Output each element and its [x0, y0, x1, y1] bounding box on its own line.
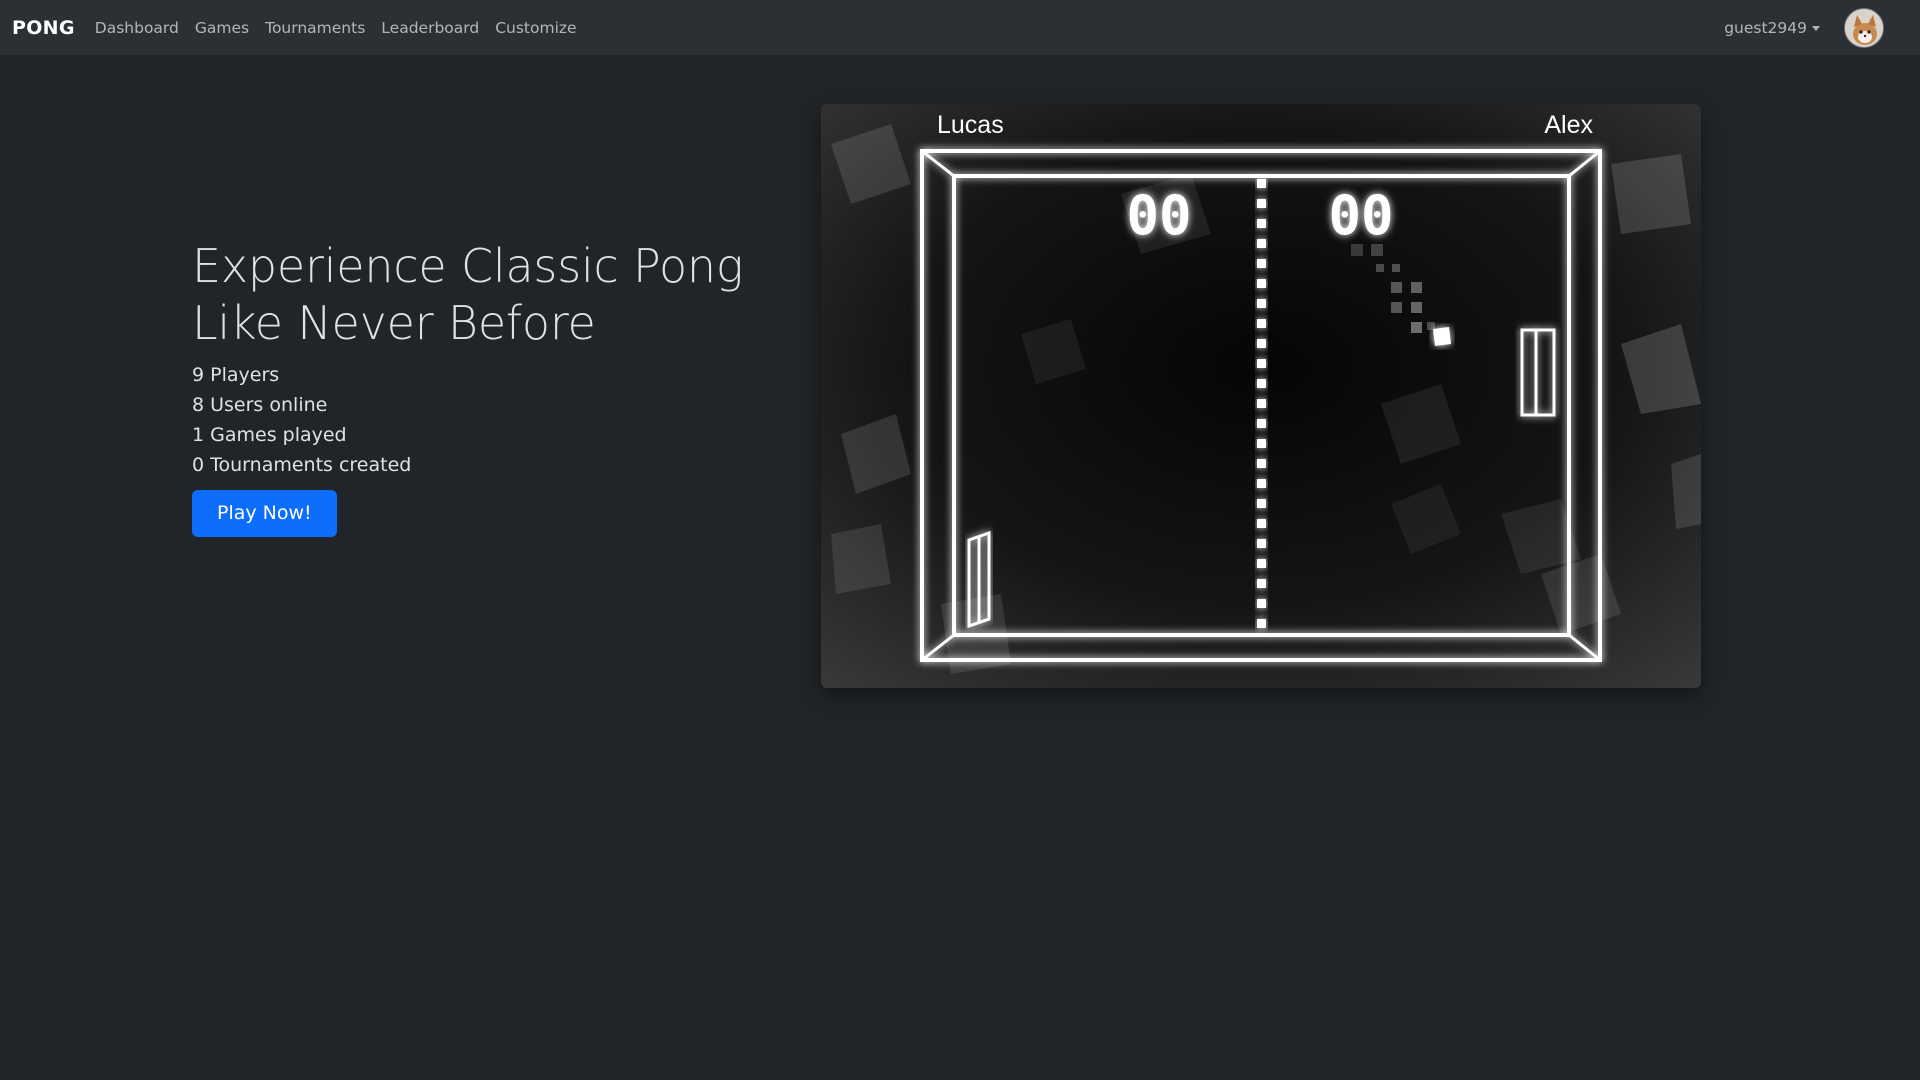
score-right: 00: [1328, 184, 1393, 247]
game-preview-canvas: Lucas Alex 00 00: [821, 104, 1701, 688]
chevron-down-icon: [1812, 26, 1820, 31]
ball: [1433, 327, 1451, 346]
stat-tournaments-created: 0 Tournaments created: [192, 454, 412, 476]
avatar[interactable]: [1844, 7, 1884, 48]
brand-logo[interactable]: PONG: [12, 17, 75, 39]
user-dropdown[interactable]: guest2949: [1724, 19, 1820, 37]
hero-title: Experience Classic Pong Like Never Befor…: [192, 239, 744, 350]
center-net: [1257, 179, 1266, 628]
nav-link-tournaments[interactable]: Tournaments: [257, 19, 373, 37]
stat-games-played: 1 Games played: [192, 424, 347, 446]
nav-link-customize[interactable]: Customize: [487, 19, 584, 37]
play-now-button[interactable]: Play Now!: [192, 490, 337, 537]
nav-link-dashboard[interactable]: Dashboard: [87, 19, 187, 37]
stat-users-online: 8 Users online: [192, 394, 328, 416]
nav-link-leaderboard[interactable]: Leaderboard: [373, 19, 487, 37]
nav-right: guest2949: [1724, 7, 1884, 48]
player-right-name: Alex: [1544, 111, 1593, 139]
score-left: 00: [1126, 184, 1191, 247]
player-left-name: Lucas: [937, 111, 1004, 139]
top-navbar: PONG Dashboard Games Tournaments Leaderb…: [0, 0, 1920, 55]
avatar-image: [1845, 8, 1883, 47]
nav-links: Dashboard Games Tournaments Leaderboard …: [87, 19, 585, 37]
hero-section: Experience Classic Pong Like Never Befor…: [192, 238, 752, 537]
username-label: guest2949: [1724, 18, 1807, 37]
game-preview: Lucas Alex 00 00: [821, 104, 1701, 688]
stat-players: 9 Players: [192, 364, 280, 386]
nav-link-games[interactable]: Games: [187, 19, 257, 37]
